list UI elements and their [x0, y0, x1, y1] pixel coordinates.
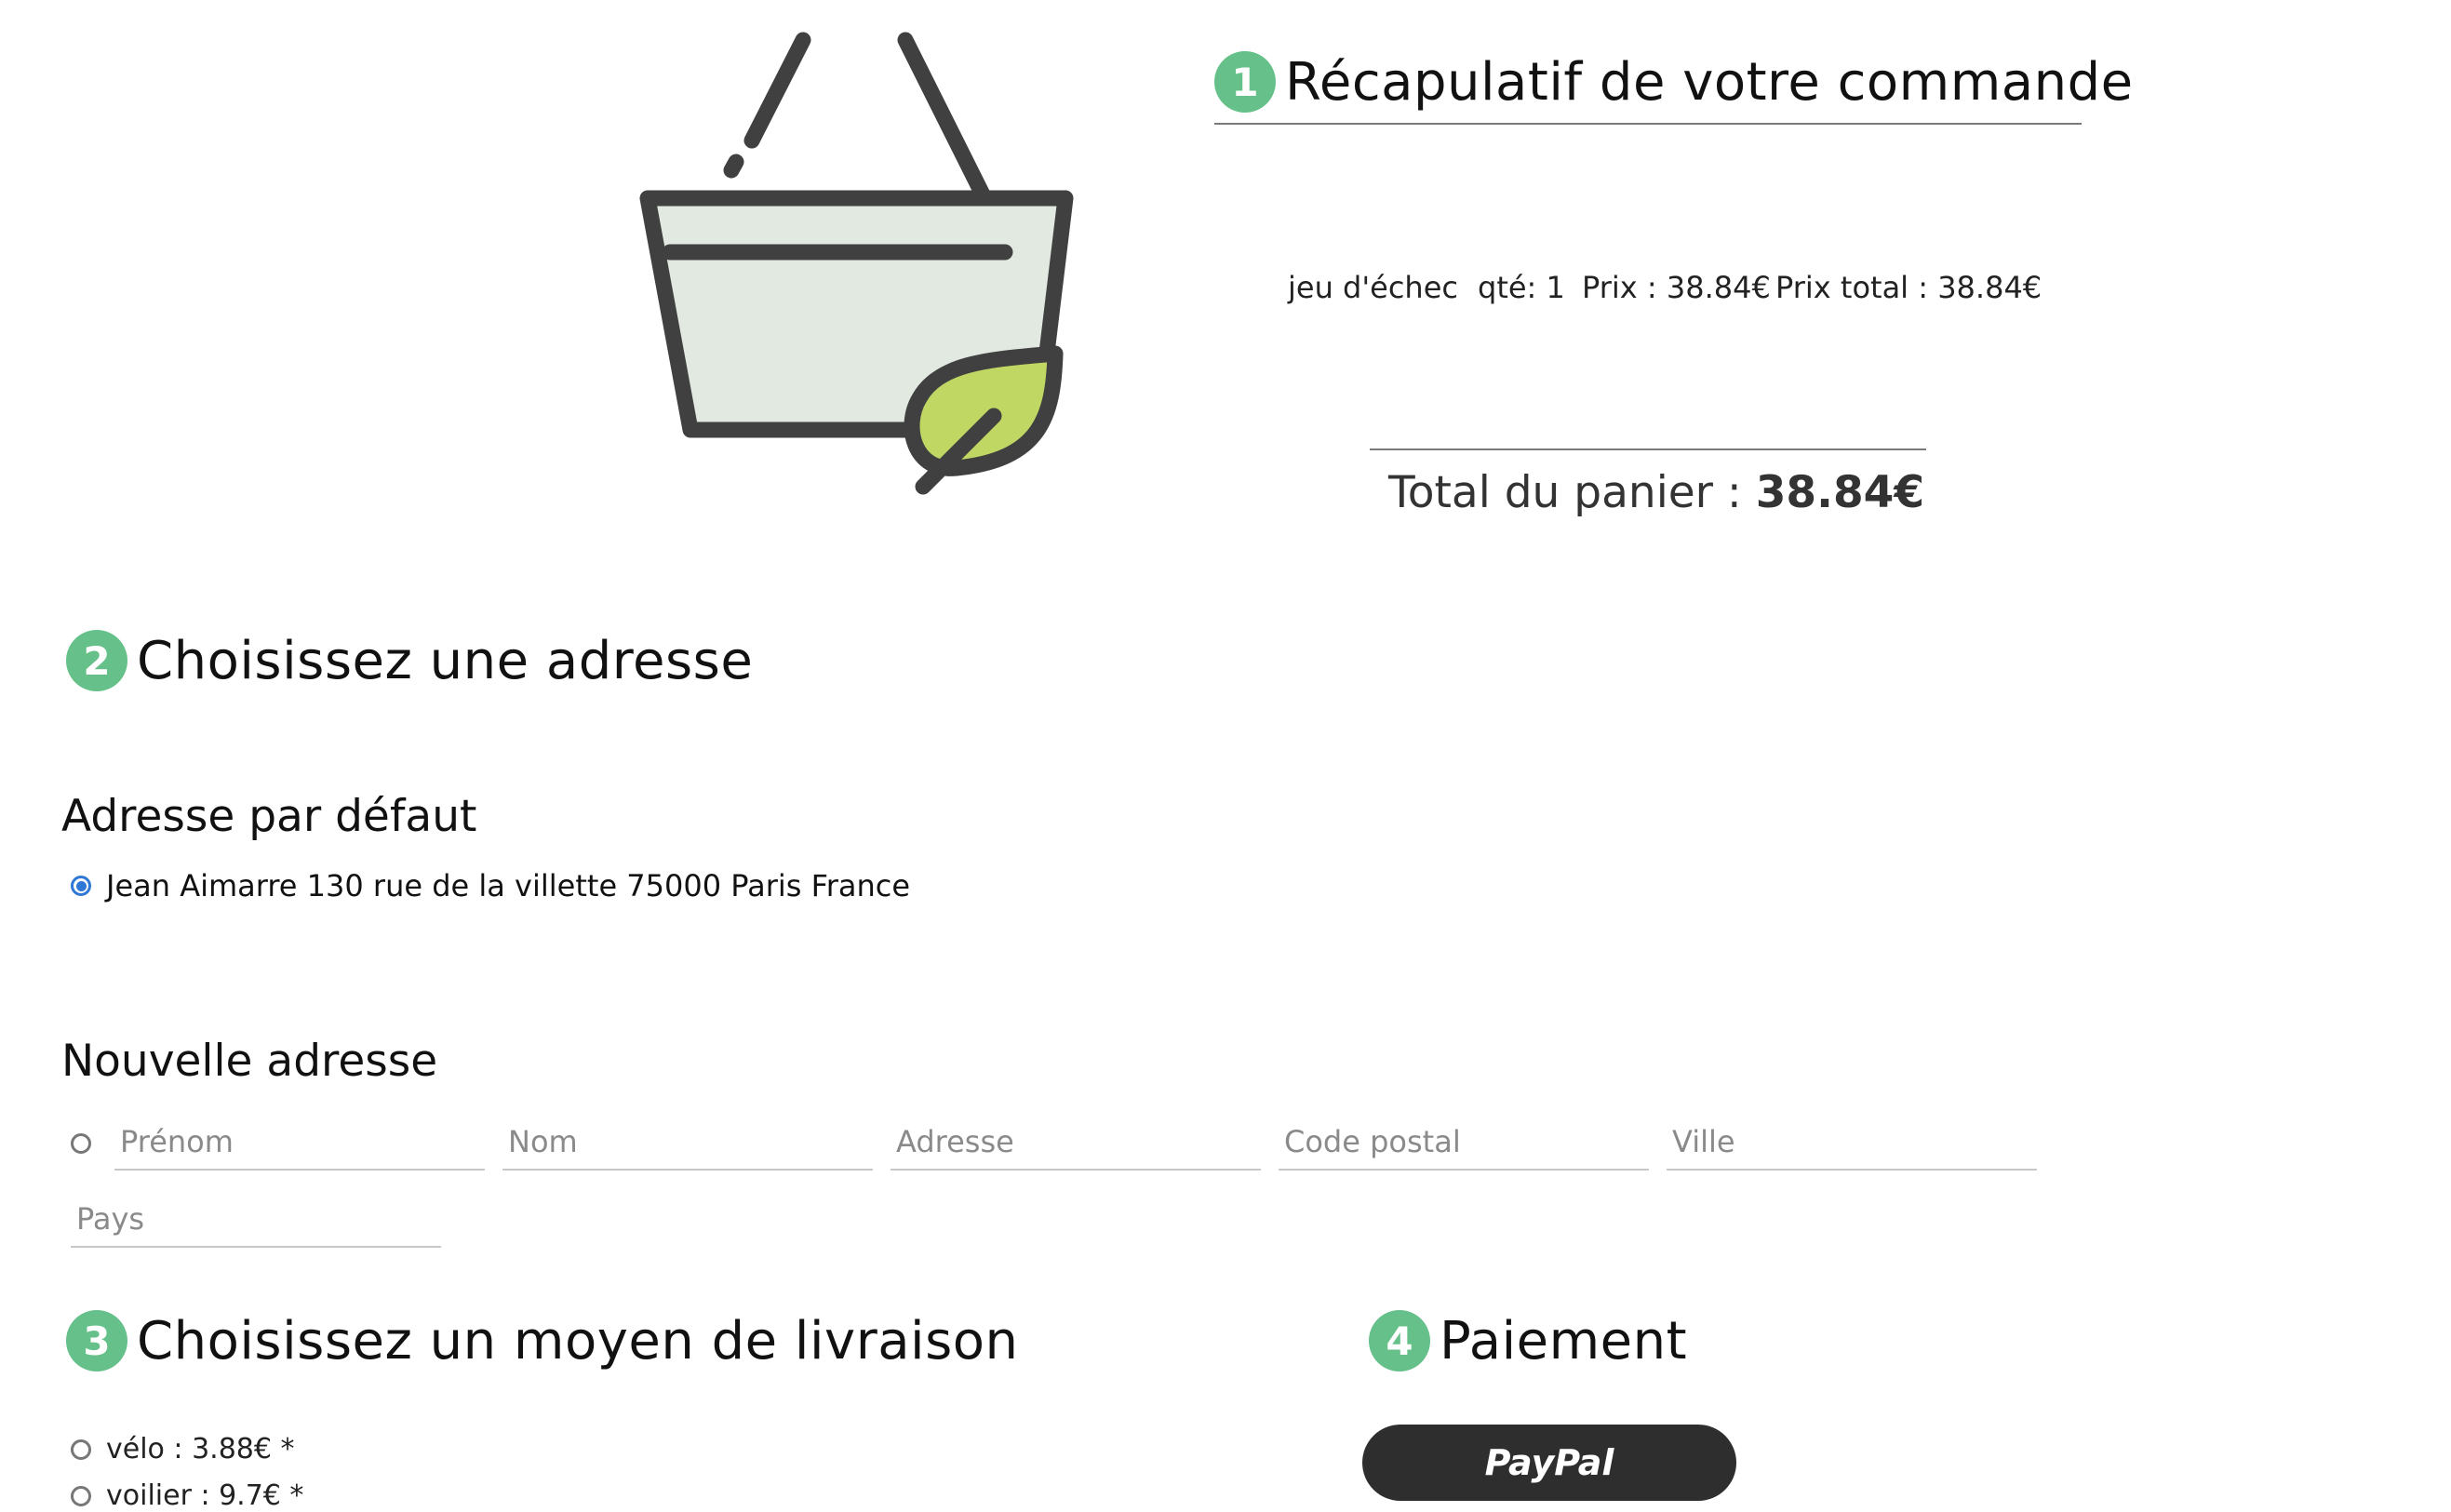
radio-unchecked-icon[interactable]	[71, 1133, 91, 1154]
basket-leaf-icon	[639, 32, 1074, 495]
delivery-option-velo[interactable]: vélo : 3.88€ *	[71, 1433, 295, 1465]
radio-unchecked-icon[interactable]	[71, 1485, 91, 1506]
payment-heading: 4 Paiement	[1369, 1310, 1687, 1372]
new-address-heading: Nouvelle adresse	[61, 1036, 438, 1087]
radio-unchecked-icon[interactable]	[71, 1438, 91, 1460]
delivery-option-label: vélo : 3.88€ *	[106, 1433, 295, 1465]
last-name-field[interactable]	[502, 1115, 873, 1171]
default-address-heading: Adresse par défaut	[61, 791, 477, 842]
radio-checked-icon[interactable]	[71, 876, 91, 896]
address-title: Choisissez une adresse	[137, 630, 754, 691]
paypal-button[interactable]: PayPal	[1362, 1425, 1736, 1501]
step-2-badge: 2	[66, 630, 127, 691]
payment-title: Paiement	[1440, 1310, 1688, 1372]
cart-total-value: 38.84€	[1755, 467, 1925, 518]
summary-title: Récapulatif de votre commande	[1285, 51, 2134, 113]
delivery-option-label: voilier : 9.7€ *	[106, 1479, 304, 1512]
default-address-option[interactable]: Jean Aimarre 130 rue de la villette 7500…	[71, 868, 910, 903]
city-field[interactable]	[1667, 1115, 2037, 1171]
address-heading: 2 Choisissez une adresse	[66, 630, 753, 691]
summary-title-underline	[1214, 123, 2082, 125]
step-1-badge: 1	[1214, 51, 1276, 113]
delivery-option-voilier[interactable]: voilier : 9.7€ *	[71, 1479, 303, 1512]
step-4-badge: 4	[1369, 1310, 1430, 1372]
cart-total-label: Total du panier :	[1388, 467, 1742, 518]
total-divider	[1370, 448, 1926, 450]
item-qty: qté: 1	[1478, 270, 1565, 305]
item-name: jeu d'échec	[1288, 270, 1458, 305]
item-price: Prix : 38.84€	[1582, 270, 1771, 305]
postal-code-field[interactable]	[1279, 1115, 1649, 1171]
first-name-field[interactable]	[114, 1115, 485, 1171]
delivery-title: Choisissez un moyen de livraison	[137, 1310, 1019, 1372]
item-total: Prix total : 38.84€	[1775, 270, 2042, 305]
default-address-text: Jean Aimarre 130 rue de la villette 7500…	[106, 868, 911, 903]
step-3-badge: 3	[66, 1310, 127, 1372]
delivery-heading: 3 Choisissez un moyen de livraison	[66, 1310, 1019, 1372]
street-field[interactable]	[891, 1115, 1261, 1171]
cart-total: Total du panier : 38.84€	[1388, 467, 1924, 518]
summary-heading: 1 Récapulatif de votre commande	[1214, 51, 2134, 113]
country-field[interactable]	[71, 1192, 441, 1248]
